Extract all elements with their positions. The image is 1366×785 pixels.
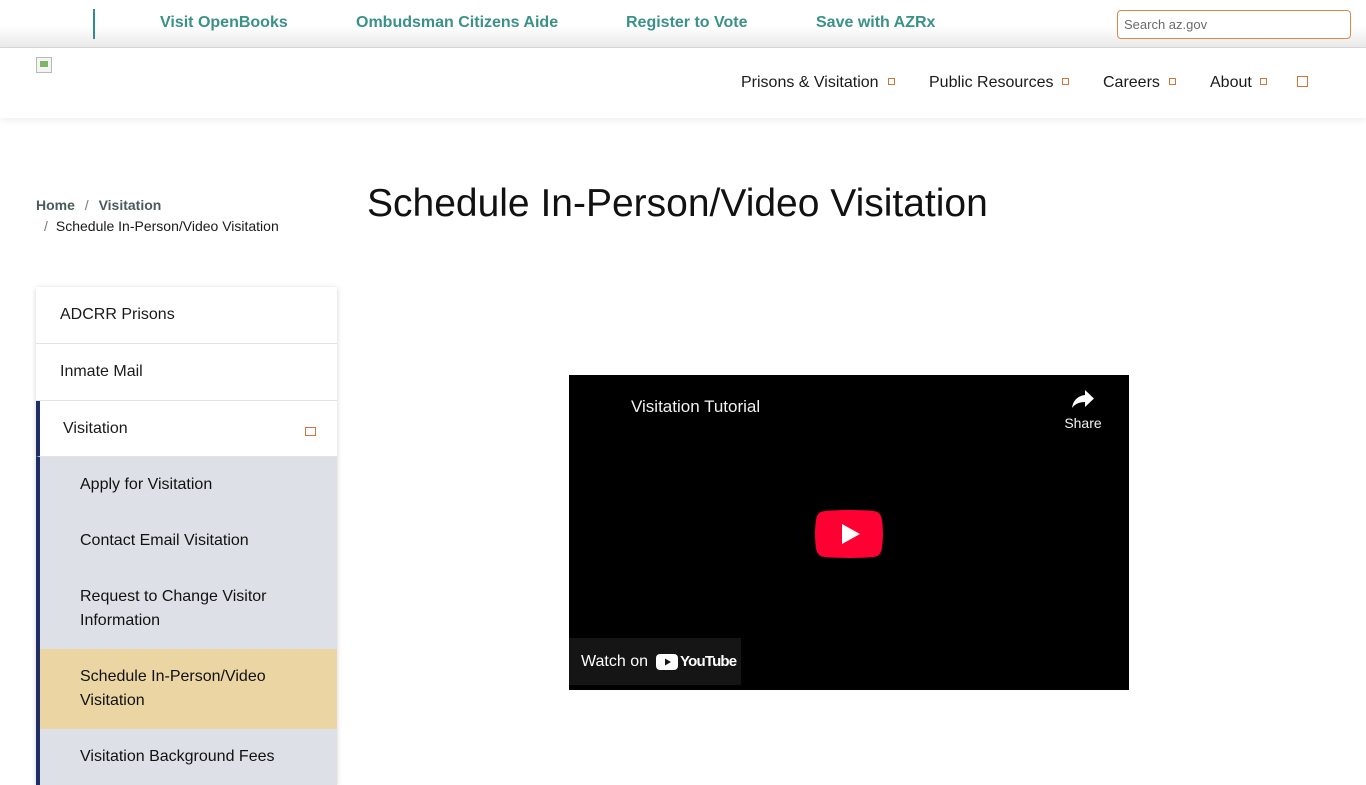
nav-about[interactable]: About: [1210, 74, 1252, 92]
watch-on-youtube-link[interactable]: Watch on YouTube: [569, 638, 741, 685]
video-title[interactable]: Visitation Tutorial: [631, 397, 760, 417]
sidenav-item-inmate-mail[interactable]: Inmate Mail: [36, 344, 337, 401]
side-navigation: ADCRR Prisons Inmate Mail Visitation App…: [36, 287, 337, 785]
breadcrumb: Home / Visitation / Schedule In-Person/Vi…: [36, 195, 336, 237]
link-visit-openbooks[interactable]: Visit OpenBooks: [160, 14, 288, 32]
youtube-wordmark: YouTube: [680, 653, 737, 670]
chevron-down-icon[interactable]: [1062, 78, 1069, 85]
link-save-with-azrx[interactable]: Save with AZRx: [816, 14, 935, 32]
sidenav-visitation-submenu: Apply for Visitation Contact Email Visit…: [36, 457, 337, 785]
link-register-to-vote[interactable]: Register to Vote: [626, 14, 748, 32]
share-button[interactable]: Share: [1053, 389, 1113, 431]
sidenav-subitem-contact-email-visitation[interactable]: Contact Email Visitation: [40, 513, 337, 569]
play-icon: [815, 510, 883, 558]
watch-on-label: Watch on: [581, 652, 648, 670]
sidenav-item-label: Inmate Mail: [60, 363, 143, 380]
youtube-play-icon: [656, 653, 678, 670]
utility-bar: Visit OpenBooks Ombudsman Citizens Aide …: [0, 0, 1366, 48]
breadcrumb-current-line: / Schedule In-Person/Video Visitation: [36, 216, 336, 237]
search-input[interactable]: [1117, 10, 1351, 39]
sidenav-subitem-label: Schedule In-Person/Video Visitation: [80, 668, 266, 709]
sidenav-subitem-schedule-visitation[interactable]: Schedule In-Person/Video Visitation: [40, 649, 337, 729]
utility-divider: [93, 9, 95, 39]
sidenav-subitem-label: Request to Change Visitor Information: [80, 588, 267, 629]
sidenav-subitem-request-change-visitor-info[interactable]: Request to Change Visitor Information: [40, 569, 337, 649]
breadcrumb-separator: /: [44, 218, 48, 234]
chevron-down-icon[interactable]: [1169, 78, 1176, 85]
nav-prisons-visitation[interactable]: Prisons & Visitation: [741, 74, 879, 92]
breadcrumb-home[interactable]: Home: [36, 197, 75, 213]
youtube-video-embed[interactable]: Visitation Tutorial Share Watch on YouTu…: [569, 375, 1129, 690]
nav-public-resources[interactable]: Public Resources: [929, 74, 1054, 92]
sidenav-subitem-label: Contact Email Visitation: [80, 532, 249, 549]
sidenav-subitem-apply-for-visitation[interactable]: Apply for Visitation: [40, 457, 337, 513]
sidenav-item-label: ADCRR Prisons: [60, 306, 175, 323]
chevron-down-icon[interactable]: [1260, 78, 1267, 85]
sidenav-subitem-label: Visitation Background Fees: [80, 748, 275, 765]
share-arrow-icon: [1072, 390, 1094, 408]
collapse-toggle-icon[interactable]: [305, 427, 316, 436]
breadcrumb-separator: /: [84, 197, 89, 213]
sidenav-item-adcrr-prisons[interactable]: ADCRR Prisons: [36, 287, 337, 344]
breadcrumb-visitation[interactable]: Visitation: [99, 197, 162, 213]
breadcrumb-current: Schedule In-Person/Video Visitation: [55, 218, 279, 234]
nav-careers[interactable]: Careers: [1103, 74, 1160, 92]
youtube-logo: YouTube: [656, 653, 737, 670]
share-label: Share: [1064, 415, 1102, 431]
play-button[interactable]: [815, 510, 883, 558]
page-title: Schedule In-Person/Video Visitation: [367, 182, 988, 225]
search-toggle-icon[interactable]: [1297, 76, 1308, 87]
sidenav-item-visitation[interactable]: Visitation: [36, 401, 337, 457]
site-logo-broken-image-icon[interactable]: [36, 57, 52, 73]
sidenav-subitem-label: Apply for Visitation: [80, 476, 213, 493]
chevron-down-icon[interactable]: [888, 78, 895, 85]
sidenav-item-label: Visitation: [63, 419, 128, 437]
site-header: Prisons & Visitation Public Resources Ca…: [0, 48, 1366, 118]
sidenav-subitem-visitation-background-fees[interactable]: Visitation Background Fees: [40, 729, 337, 785]
link-ombudsman-citizens-aide[interactable]: Ombudsman Citizens Aide: [356, 14, 558, 32]
